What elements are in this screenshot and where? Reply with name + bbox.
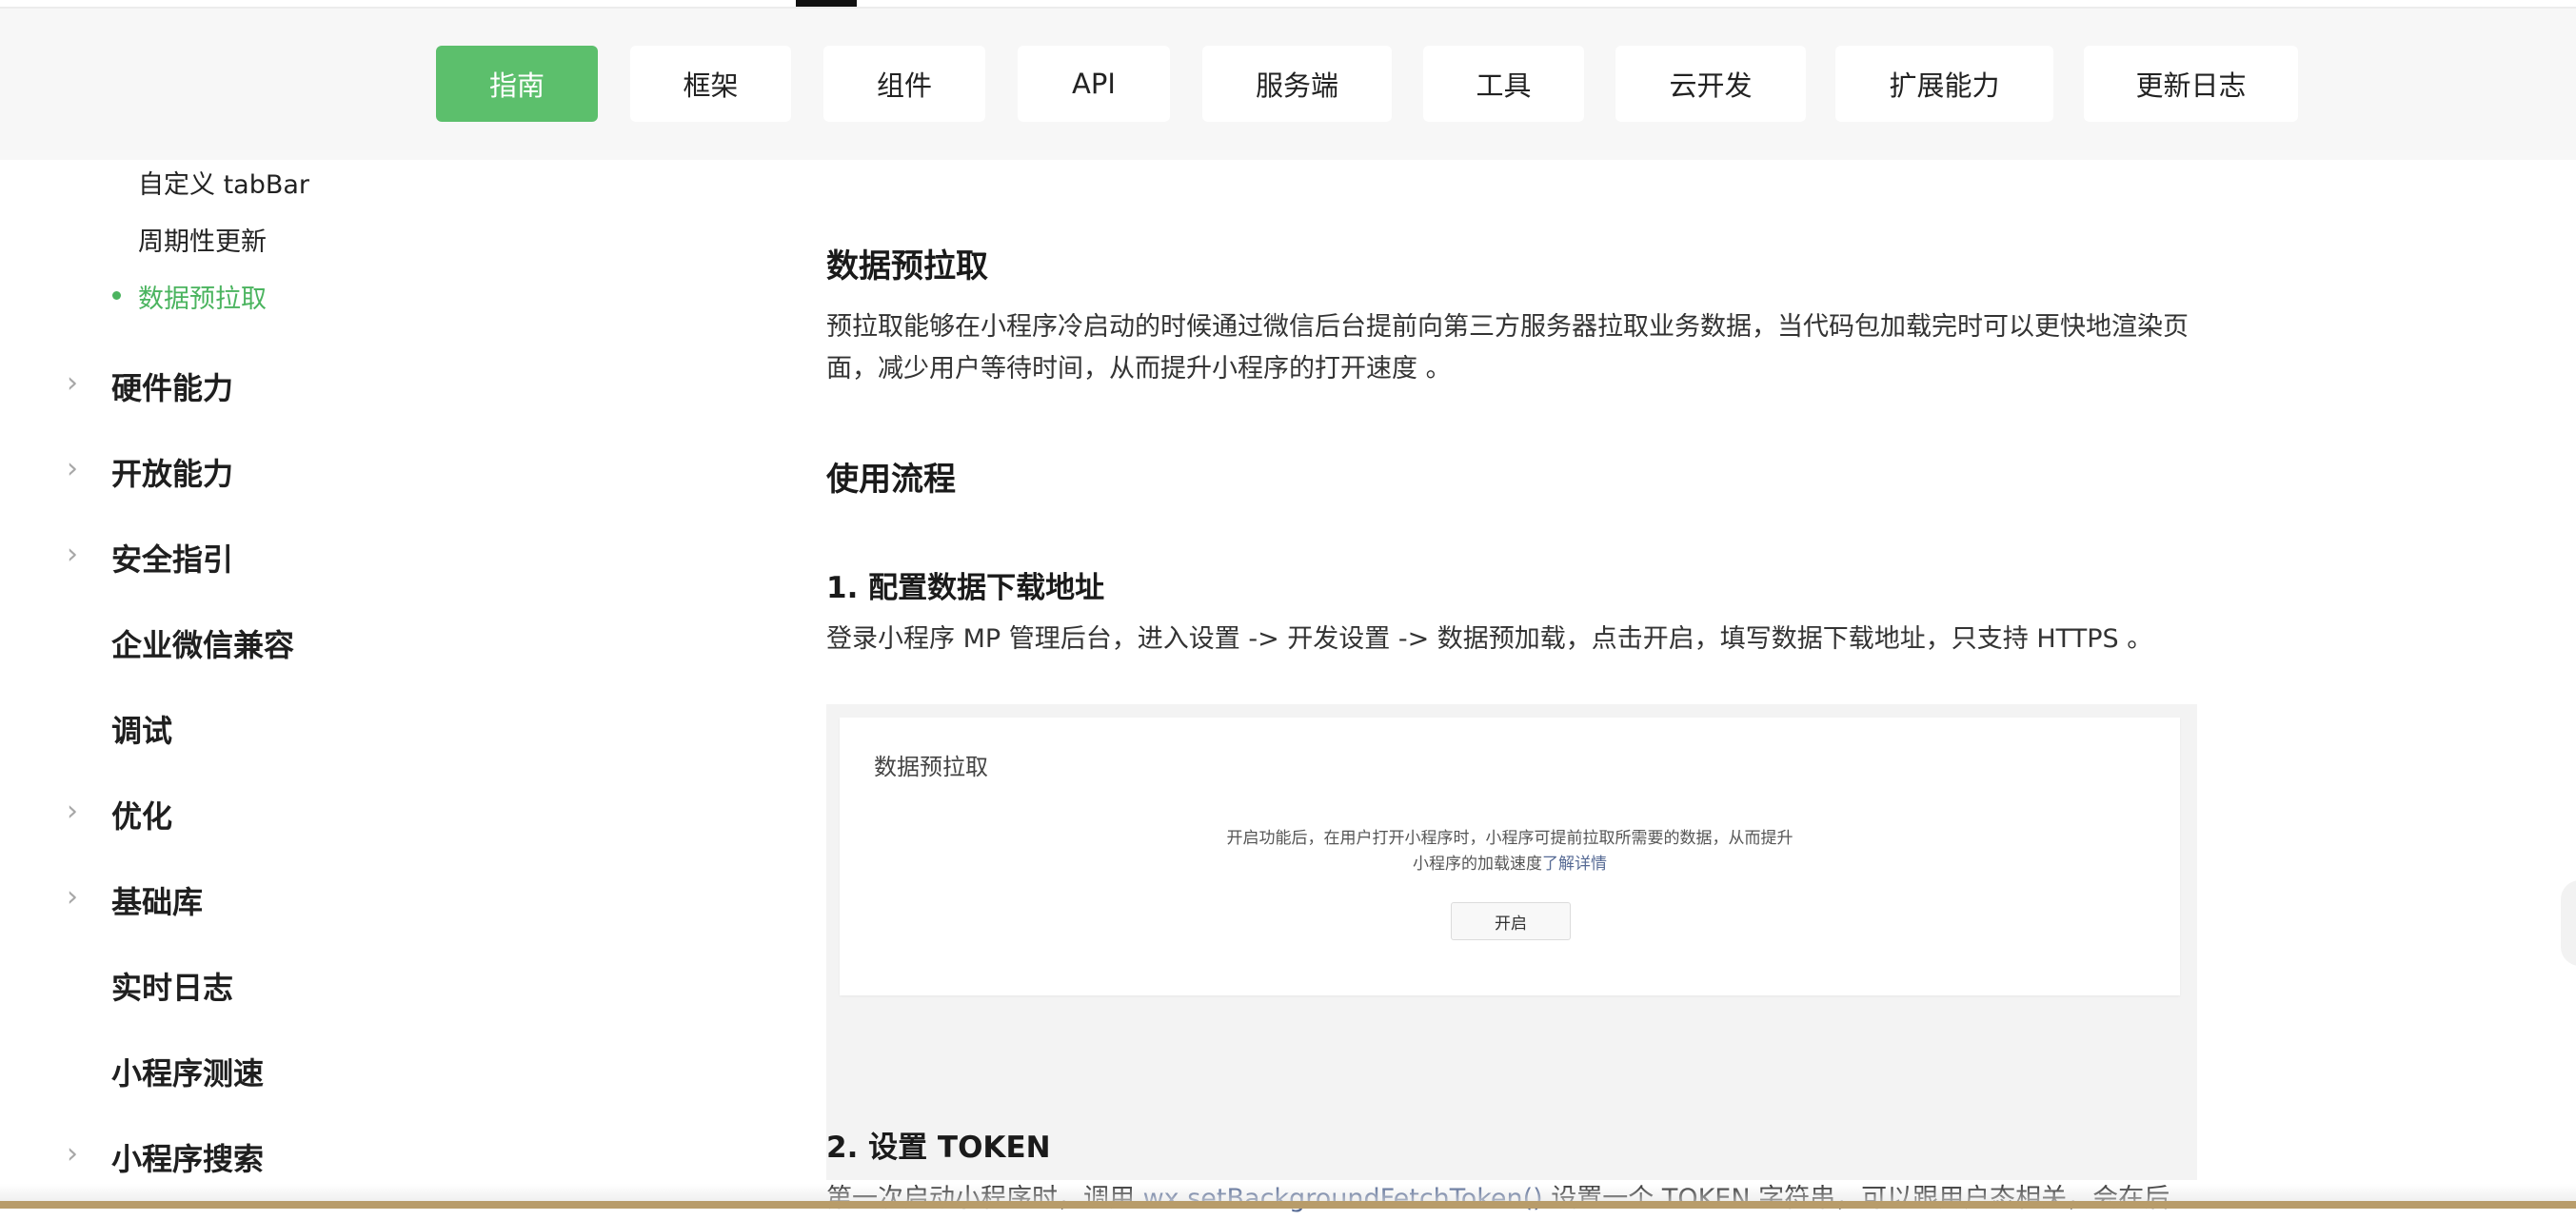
tab-api[interactable]: API: [1018, 46, 1170, 122]
card-desc-line1: 开启功能后，在用户打开小程序时，小程序可提前拉取所需要的数据，从而提升: [1226, 829, 1793, 848]
chevron-right-icon: ›: [67, 452, 78, 485]
chevron-right-icon: ›: [67, 366, 78, 400]
section-title: 使用流程: [826, 461, 956, 499]
sidebar-item-wecom[interactable]: 企业微信兼容: [0, 613, 324, 670]
prefetch-card: 数据预拉取 开启功能后，在用户打开小程序时，小程序可提前拉取所需要的数据，从而提…: [840, 718, 2180, 995]
step2-title: 2. 设置 TOKEN: [826, 1131, 1051, 1165]
card-desc-line2: 小程序的加载速度了解详情: [840, 852, 2180, 877]
sidebar-item-debug[interactable]: 调试: [0, 699, 324, 756]
intro-paragraph: 预拉取能够在小程序冷启动的时候通过微信后台提前向第三方服务器拉取业务数据，当代码…: [826, 312, 2189, 384]
step1-title: 1. 配置数据下载地址: [826, 571, 1105, 605]
tab-extensions[interactable]: 扩展能力: [1835, 46, 2053, 122]
sidebar-item-label: 开放能力: [111, 456, 234, 492]
nav-tabs: 指南 框架 组件 API 服务端 工具 云开发 扩展能力 更新日志: [0, 46, 2576, 122]
card-desc-text: 小程序的加载速度: [1413, 855, 1542, 874]
sidebar-item-search[interactable]: › 小程序搜索: [0, 1127, 324, 1184]
sidebar-item-open-capabilities[interactable]: › 开放能力: [0, 442, 324, 499]
main-content: 数据预拉取 预拉取能够在小程序冷启动的时候通过微信后台提前向第三方服务器拉取业务…: [826, 160, 2197, 1209]
tab-tools[interactable]: 工具: [1423, 46, 1584, 122]
chevron-right-icon: ›: [67, 1137, 78, 1171]
tab-components[interactable]: 组件: [823, 46, 985, 122]
sidebar-item-optimize[interactable]: › 优化: [0, 784, 324, 841]
window-bottom-edge: [0, 1201, 2576, 1209]
sidebar-item-label: 实时日志: [111, 970, 234, 1006]
sidebar-item-label: 小程序测速: [111, 1055, 265, 1092]
chevron-right-icon: ›: [67, 795, 78, 828]
settings-screenshot: 数据预拉取 开启功能后，在用户打开小程序时，小程序可提前拉取所需要的数据，从而提…: [826, 704, 2197, 1180]
chevron-right-icon: ›: [67, 538, 78, 571]
sidebar-item-security[interactable]: › 安全指引: [0, 527, 324, 584]
sidebar-item-hardware[interactable]: › 硬件能力: [0, 356, 324, 413]
sidebar-item-label: 企业微信兼容: [111, 627, 295, 663]
top-border: [0, 0, 2576, 9]
learn-more-link[interactable]: 了解详情: [1542, 855, 1607, 874]
sidebar-item-label: 优化: [111, 798, 173, 835]
active-bullet-icon: [112, 291, 121, 300]
sidebar-item-realtime-log[interactable]: 实时日志: [0, 955, 324, 1013]
card-title: 数据预拉取: [874, 754, 988, 780]
sidebar-item-base-library[interactable]: › 基础库: [0, 870, 324, 927]
page-title: 数据预拉取: [826, 247, 988, 285]
sidebar-item-label: 硬件能力: [111, 370, 234, 406]
sidebar-item-label: 调试: [111, 713, 173, 749]
sidebar-subitem-periodic-update[interactable]: 周期性更新: [138, 221, 267, 258]
tab-server[interactable]: 服务端: [1202, 46, 1392, 122]
tab-guide[interactable]: 指南: [436, 46, 598, 122]
tab-framework[interactable]: 框架: [630, 46, 791, 122]
sidebar-item-speed-test[interactable]: 小程序测速: [0, 1041, 324, 1098]
sidebar-subitem-custom-tabbar[interactable]: 自定义 tabBar: [138, 164, 309, 201]
top-nav: 指南 框架 组件 API 服务端 工具 云开发 扩展能力 更新日志: [0, 9, 2576, 160]
sidebar-subitem-prefetch[interactable]: 数据预拉取: [138, 278, 267, 315]
chevron-right-icon: ›: [67, 880, 78, 914]
enable-button[interactable]: 开启: [1451, 902, 1571, 940]
tab-changelog[interactable]: 更新日志: [2084, 46, 2298, 122]
scroll-indicator: [796, 0, 857, 7]
bottom-fade: [0, 1184, 2576, 1201]
tab-cloud[interactable]: 云开发: [1615, 46, 1806, 122]
step1-text: 登录小程序 MP 管理后台，进入设置 -> 开发设置 -> 数据预加载，点击开启…: [826, 624, 2153, 654]
floating-edge-button[interactable]: [2561, 880, 2576, 966]
card-description: 开启功能后，在用户打开小程序时，小程序可提前拉取所需要的数据，从而提升 小程序的…: [840, 826, 2180, 877]
sidebar-item-label: 小程序搜索: [111, 1141, 265, 1177]
sidebar-item-label: 基础库: [111, 884, 204, 920]
sidebar-item-label: 安全指引: [111, 541, 234, 578]
sidebar: 自定义 tabBar 周期性更新 数据预拉取 › 硬件能力 › 开放能力 › 安…: [0, 160, 324, 1209]
